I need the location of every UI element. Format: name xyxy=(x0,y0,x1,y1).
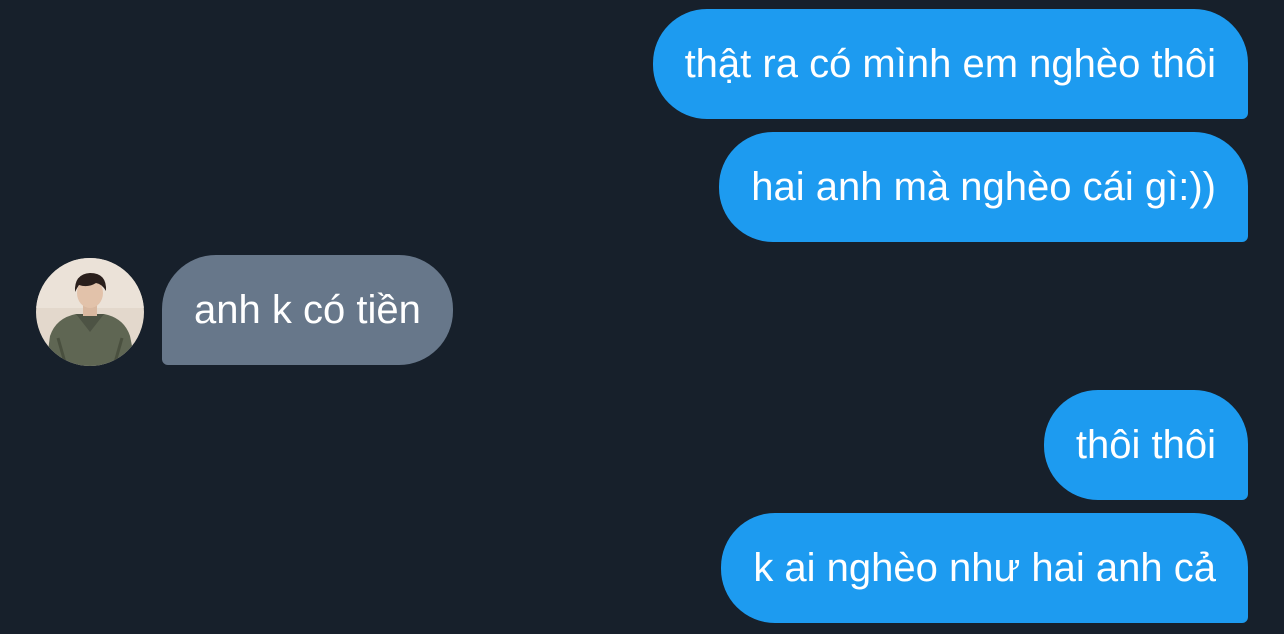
message-bubble-outgoing[interactable]: thôi thôi xyxy=(1043,390,1248,500)
message-text: anh k có tiền xyxy=(194,288,421,332)
message-text: thật ra có mình em nghèo thôi xyxy=(684,42,1216,86)
message-text: hai anh mà nghèo cái gì:)) xyxy=(751,165,1216,209)
message-bubble-incoming[interactable]: anh k có tiền xyxy=(162,255,453,365)
avatar[interactable] xyxy=(36,258,144,366)
message-text: thôi thôi xyxy=(1075,423,1216,467)
message-bubble-outgoing[interactable]: hai anh mà nghèo cái gì:)) xyxy=(719,132,1248,242)
message-bubble-outgoing[interactable]: thật ra có mình em nghèo thôi xyxy=(652,9,1248,119)
avatar-photo xyxy=(36,258,144,366)
message-bubble-outgoing[interactable]: k ai nghèo như hai anh cả xyxy=(721,513,1248,623)
message-text: k ai nghèo như hai anh cả xyxy=(753,546,1216,590)
